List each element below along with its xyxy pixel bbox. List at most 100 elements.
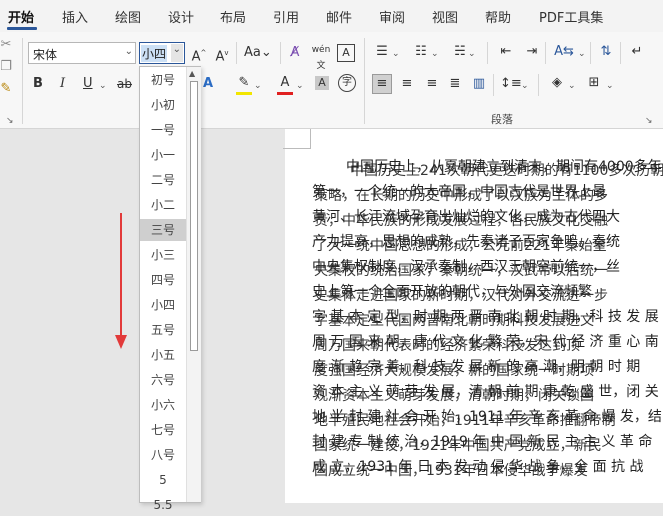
font-size-option[interactable]: 五号 [140, 319, 186, 341]
active-tab-indicator [7, 27, 37, 30]
align-right-icon[interactable]: ≡ [424, 76, 440, 92]
cut-icon[interactable]: ✂ [0, 37, 12, 53]
font-size-option[interactable]: 七号 [140, 419, 186, 441]
clear-formatting-icon[interactable]: A̸ [286, 45, 304, 61]
font-size-option[interactable]: 小二 [140, 194, 186, 216]
font-size-box[interactable]: 小四 ⌄ [139, 42, 185, 64]
highlight-color-bar [236, 92, 252, 95]
divider [620, 42, 621, 64]
chevron-down-icon[interactable]: ⌄ [521, 78, 529, 94]
grow-font-icon[interactable]: A^ [190, 45, 208, 65]
font-size-option[interactable]: 小三 [140, 244, 186, 266]
font-size-option[interactable]: 5.5 [140, 494, 186, 516]
chevron-down-icon[interactable]: ⌄ [99, 78, 107, 94]
copy-icon[interactable]: ❐ [0, 59, 12, 75]
line-spacing-icon[interactable]: ↕≡ [500, 76, 522, 92]
align-center-icon[interactable]: ≡ [399, 76, 415, 92]
font-size-option[interactable]: 小初 [140, 94, 186, 116]
phonetic-guide-icon[interactable]: wén 文 [311, 42, 331, 74]
tab-home[interactable]: 开始 [8, 7, 34, 26]
paragraph-launcher-icon[interactable]: ↘ [645, 113, 653, 129]
italic-icon[interactable]: I [60, 76, 65, 92]
chevron-down-icon[interactable]: ⌄ [125, 46, 133, 57]
divider [280, 42, 281, 64]
justify-icon[interactable]: ≣ [447, 76, 463, 92]
document-line-overlay: 字基本定型代国两晋南北朝时期科技发展进文 [314, 313, 594, 329]
format-painter-icon[interactable]: ✎ [0, 81, 12, 97]
chevron-down-icon[interactable]: ⌄ [170, 44, 183, 62]
dropdown-scrollbar[interactable]: ▲ [186, 67, 201, 502]
chevron-down-icon[interactable]: ⌄ [254, 78, 262, 94]
margin-corner-mark [283, 129, 311, 149]
scroll-up-arrow-icon[interactable]: ▲ [189, 69, 195, 78]
font-color-icon[interactable]: A [278, 75, 292, 91]
decrease-indent-icon[interactable]: ⇤ [497, 44, 515, 60]
tab-draw[interactable]: 绘图 [115, 7, 141, 26]
chevron-down-icon[interactable]: ⌄ [578, 46, 586, 62]
chevron-down-icon[interactable]: ⌄ [392, 46, 400, 62]
enclose-characters-icon[interactable]: 字 [338, 74, 356, 92]
tab-references[interactable]: 引用 [273, 7, 299, 26]
numbering-icon[interactable]: ☷ [412, 44, 430, 60]
divider [545, 42, 546, 64]
chevron-down-icon[interactable]: ⌄ [431, 46, 439, 62]
document-line-overlay: 周万国来朝代表时的经济繁荣科技发达到顶 [314, 338, 580, 354]
strikethrough-icon[interactable]: ab [117, 76, 132, 92]
shrink-font-icon[interactable]: Av [213, 45, 231, 65]
document-line-overlay: 度强国经济大规模发展，新的国家统一时期项 [314, 363, 594, 379]
font-name-box[interactable]: 宋体 ⌄ [28, 42, 136, 64]
character-shading-icon[interactable]: A [315, 76, 329, 90]
chevron-down-icon[interactable]: ⌄ [296, 78, 304, 94]
document-line-overlay: 贵，中华民族的形成发展过程，各民族文化交融 [314, 213, 608, 229]
show-marks-icon[interactable]: ↵ [628, 44, 646, 60]
align-left-button[interactable]: ≡ [372, 74, 392, 94]
font-size-option[interactable]: 小五 [140, 344, 186, 366]
sort-icon[interactable]: ⇅ [597, 44, 615, 60]
shading-icon[interactable]: ◈ [548, 75, 566, 91]
font-size-option[interactable]: 5 [140, 469, 186, 491]
chevron-down-icon[interactable]: ⌄ [468, 46, 476, 62]
document-line-overlay: 观渐资本主义萌芽发展，清朝时期，闭关锁国 [314, 388, 594, 404]
font-size-option[interactable]: 小六 [140, 394, 186, 416]
font-size-dropdown[interactable]: 初号 小初 一号 小一 二号 小二 三号 小三 四号 小四 五号 小五 六号 小六 七号 八号 5 5.5 ▲ [139, 66, 201, 512]
font-size-option[interactable]: 小四 [140, 294, 186, 316]
align-left-icon: ≡ [376, 76, 388, 91]
document-line-overlay: 地半殖民地社会开始，1911年辛亥革命推翻帝制 [314, 413, 616, 429]
tab-help[interactable]: 帮助 [485, 7, 511, 26]
divider [538, 74, 539, 96]
font-size-option[interactable]: 小一 [140, 144, 186, 166]
font-size-option[interactable]: 一号 [140, 119, 186, 141]
font-size-option[interactable]: 六号 [140, 369, 186, 391]
font-size-option[interactable]: 八号 [140, 444, 186, 466]
highlighter-icon[interactable]: ✎ [236, 75, 252, 91]
font-size-option[interactable]: 三号 [140, 219, 186, 241]
distributed-icon[interactable]: ▥ [471, 76, 487, 92]
bold-icon[interactable]: B [33, 76, 43, 92]
change-case-icon[interactable]: Aa⌄ [244, 45, 272, 61]
text-effects-icon[interactable]: A [203, 76, 213, 92]
ribbon: ✂ ❐ ✎ ↘ 宋体 ⌄ 小四 ⌄ A^ Av Aa⌄ A̸ wén 文 A B … [0, 32, 663, 129]
chevron-down-icon[interactable]: ⌄ [606, 78, 614, 94]
tab-design[interactable]: 设计 [168, 7, 194, 26]
bullets-icon[interactable]: ☰ [373, 44, 391, 60]
font-size-option[interactable]: 四号 [140, 269, 186, 291]
increase-indent-icon[interactable]: ⇥ [523, 44, 541, 60]
document-line-overlay: 史集体走进国家的新时期，汉代对外交流进一步 [314, 288, 608, 304]
clipboard-launcher-icon[interactable]: ↘ [6, 113, 14, 129]
borders-icon[interactable]: ⊞ [585, 75, 603, 91]
tab-view[interactable]: 视图 [432, 7, 458, 26]
multilevel-list-icon[interactable]: ☵ [451, 44, 469, 60]
chinese-layout-icon[interactable]: A⇆ [553, 44, 575, 60]
tab-pdf-tools[interactable]: PDF工具集 [539, 7, 603, 26]
scroll-thumb[interactable] [190, 81, 198, 351]
underline-icon[interactable]: U [83, 76, 93, 92]
tab-layout[interactable]: 布局 [220, 7, 246, 26]
chevron-down-icon[interactable]: ⌄ [568, 78, 576, 94]
character-border-icon[interactable]: A [337, 44, 355, 62]
tab-review[interactable]: 审阅 [379, 7, 405, 26]
font-size-option[interactable]: 初号 [140, 69, 186, 91]
tab-insert[interactable]: 插入 [62, 7, 88, 26]
menu-bar: 开始 插入 绘图 设计 布局 引用 邮件 审阅 视图 帮助 PDF工具集 [0, 0, 663, 32]
tab-mailings[interactable]: 邮件 [326, 7, 352, 26]
font-size-option[interactable]: 二号 [140, 169, 186, 191]
